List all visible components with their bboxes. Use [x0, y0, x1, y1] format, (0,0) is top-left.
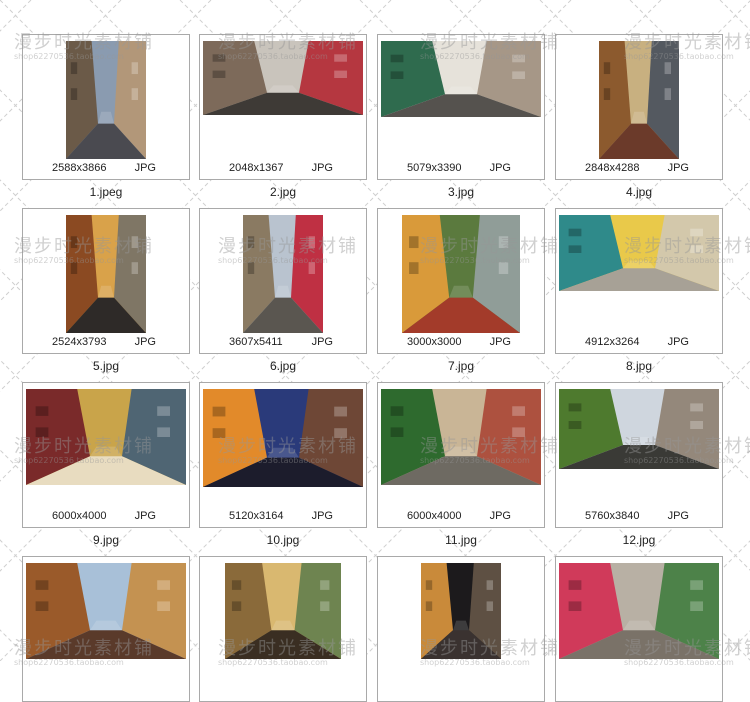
thumbnail[interactable] — [243, 215, 323, 333]
image-tile[interactable]: 5120x3164 JPG — [199, 382, 367, 528]
image-tile[interactable]: 2048x1367 JPG — [199, 34, 367, 180]
thumbnail-image — [559, 215, 719, 291]
file-name[interactable]: 7.jpg — [377, 359, 545, 373]
image-format: JPG — [311, 336, 333, 348]
image-meta: 6000x4000 JPG — [23, 510, 189, 524]
file-name[interactable]: 4.jpg — [555, 185, 723, 199]
image-tile[interactable]: 3607x5411 JPG — [199, 208, 367, 354]
thumbnail-image — [381, 389, 541, 485]
image-dimensions: 2524x3793 — [52, 336, 107, 348]
image-dimensions: 5120x3164 — [229, 510, 284, 522]
image-meta: 5120x3164 JPG — [200, 510, 366, 524]
image-tile[interactable] — [22, 556, 190, 702]
file-name[interactable]: 5.jpg — [22, 359, 190, 373]
image-meta: 2524x3793 JPG — [23, 336, 189, 350]
image-dimensions: 2848x4288 — [585, 162, 640, 174]
thumbnail-image — [66, 41, 146, 159]
image-meta: 2588x3866 JPG — [23, 162, 189, 176]
image-format: JPG — [134, 510, 156, 522]
image-format: JPG — [489, 162, 511, 174]
thumbnail[interactable] — [421, 563, 501, 659]
thumbnail[interactable] — [559, 563, 719, 659]
image-dimensions: 2588x3866 — [52, 162, 107, 174]
thumbnail-image — [26, 563, 186, 659]
thumbnail-image — [203, 41, 363, 115]
thumbnail-image — [599, 41, 679, 159]
thumbnail[interactable] — [381, 389, 541, 485]
image-meta: 5760x3840 JPG — [556, 510, 722, 524]
thumbnail[interactable] — [203, 389, 363, 487]
thumbnail[interactable] — [599, 41, 679, 159]
image-format: JPG — [134, 336, 156, 348]
image-tile[interactable]: 4912x3264 JPG — [555, 208, 723, 354]
image-tile[interactable]: 6000x4000 JPG — [22, 382, 190, 528]
thumbnail[interactable] — [26, 389, 186, 485]
thumbnail-image — [243, 215, 323, 333]
image-tile[interactable] — [555, 556, 723, 702]
thumbnail-image — [66, 215, 146, 333]
file-name[interactable]: 11.jpg — [377, 533, 545, 547]
thumbnail[interactable] — [26, 563, 186, 659]
image-format: JPG — [489, 510, 511, 522]
image-dimensions: 5079x3390 — [407, 162, 462, 174]
thumbnail[interactable] — [381, 41, 541, 117]
file-name[interactable]: 12.jpg — [555, 533, 723, 547]
file-name[interactable]: 3.jpg — [377, 185, 545, 199]
image-meta: 4912x3264 JPG — [556, 336, 722, 350]
file-name[interactable]: 2.jpg — [199, 185, 367, 199]
image-dimensions: 3607x5411 — [229, 336, 283, 348]
thumbnail[interactable] — [225, 563, 341, 659]
thumbnail[interactable] — [402, 215, 520, 333]
image-dimensions: 2048x1367 — [229, 162, 284, 174]
thumbnail[interactable] — [203, 41, 363, 115]
image-format: JPG — [489, 336, 511, 348]
image-tile[interactable]: 2848x4288 JPG — [555, 34, 723, 180]
thumbnail-image — [559, 389, 719, 469]
thumbnail[interactable] — [559, 215, 719, 291]
thumbnail[interactable] — [559, 389, 719, 469]
image-meta: 2048x1367 JPG — [200, 162, 366, 176]
image-meta: 5079x3390 JPG — [378, 162, 544, 176]
file-name[interactable]: 9.jpg — [22, 533, 190, 547]
image-tile[interactable]: 5760x3840 JPG — [555, 382, 723, 528]
image-format: JPG — [311, 162, 333, 174]
image-format: JPG — [667, 162, 689, 174]
image-meta: 6000x4000 JPG — [378, 510, 544, 524]
image-dimensions: 3000x3000 — [407, 336, 462, 348]
file-name[interactable]: 8.jpg — [555, 359, 723, 373]
file-name[interactable]: 1.jpeg — [22, 185, 190, 199]
image-tile[interactable] — [199, 556, 367, 702]
image-format: JPG — [311, 510, 333, 522]
image-dimensions: 5760x3840 — [585, 510, 640, 522]
thumbnail-image — [225, 563, 341, 659]
thumbnail[interactable] — [66, 41, 146, 159]
image-tile[interactable]: 6000x4000 JPG — [377, 382, 545, 528]
file-name[interactable]: 10.jpg — [199, 533, 367, 547]
thumbnail-image — [26, 389, 186, 485]
image-dimensions: 6000x4000 — [52, 510, 107, 522]
thumbnail[interactable] — [66, 215, 146, 333]
thumbnail-image — [421, 563, 501, 659]
image-meta: 2848x4288 JPG — [556, 162, 722, 176]
image-format: JPG — [667, 336, 689, 348]
thumbnail-image — [381, 41, 541, 117]
image-tile[interactable]: 5079x3390 JPG — [377, 34, 545, 180]
file-name[interactable]: 6.jpg — [199, 359, 367, 373]
thumbnail-image — [559, 563, 719, 659]
image-dimensions: 6000x4000 — [407, 510, 462, 522]
image-meta: 3607x5411 JPG — [200, 336, 366, 350]
thumbnail-image — [402, 215, 520, 333]
thumbnail-image — [203, 389, 363, 487]
image-tile[interactable]: 2588x3866 JPG — [22, 34, 190, 180]
image-tile[interactable] — [377, 556, 545, 702]
image-tile[interactable]: 3000x3000 JPG — [377, 208, 545, 354]
image-dimensions: 4912x3264 — [585, 336, 640, 348]
image-tile[interactable]: 2524x3793 JPG — [22, 208, 190, 354]
image-meta: 3000x3000 JPG — [378, 336, 544, 350]
image-format: JPG — [667, 510, 689, 522]
image-format: JPG — [134, 162, 156, 174]
